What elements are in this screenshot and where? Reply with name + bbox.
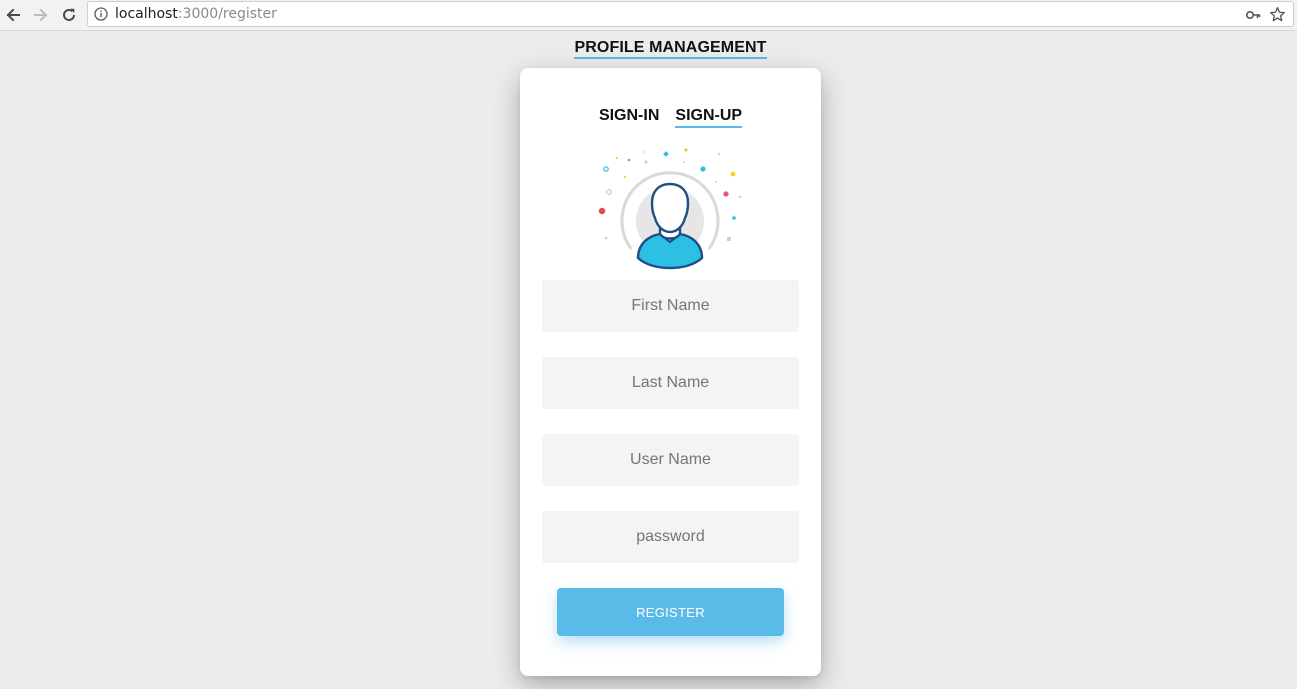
browser-toolbar: localhost:3000/register — [0, 0, 1297, 31]
key-icon[interactable] — [1245, 7, 1261, 23]
user-name-input[interactable] — [542, 434, 799, 486]
register-button[interactable]: REGISTER — [557, 588, 784, 636]
forward-arrow-icon — [34, 8, 48, 22]
first-name-input[interactable] — [542, 280, 799, 332]
url-text[interactable]: localhost:3000/register — [115, 6, 277, 23]
avatar — [590, 146, 750, 271]
back-button[interactable] — [2, 4, 24, 26]
last-name-input[interactable] — [542, 357, 799, 409]
back-arrow-icon — [6, 8, 20, 22]
page-title: PROFILE MANAGEMENT — [0, 39, 1297, 59]
user-avatar-icon — [598, 148, 742, 270]
star-icon[interactable] — [1269, 6, 1286, 23]
register-card: SIGN-IN SIGN-UP First Name Last Name Use… — [520, 68, 821, 676]
info-icon[interactable] — [94, 7, 108, 21]
address-bar[interactable]: localhost:3000/register — [87, 1, 1294, 27]
tab-sign-up[interactable]: SIGN-UP — [675, 107, 743, 128]
password-input[interactable] — [542, 511, 799, 563]
tab-sign-in[interactable]: SIGN-IN — [599, 107, 659, 126]
url-path: :3000/register — [177, 6, 277, 22]
forward-button[interactable] — [30, 4, 52, 26]
reload-icon — [63, 8, 75, 21]
url-host: localhost — [115, 6, 178, 22]
page-title-text: PROFILE MANAGEMENT — [574, 39, 767, 59]
reload-button[interactable] — [58, 4, 80, 26]
auth-tabs: SIGN-IN SIGN-UP — [520, 107, 821, 128]
